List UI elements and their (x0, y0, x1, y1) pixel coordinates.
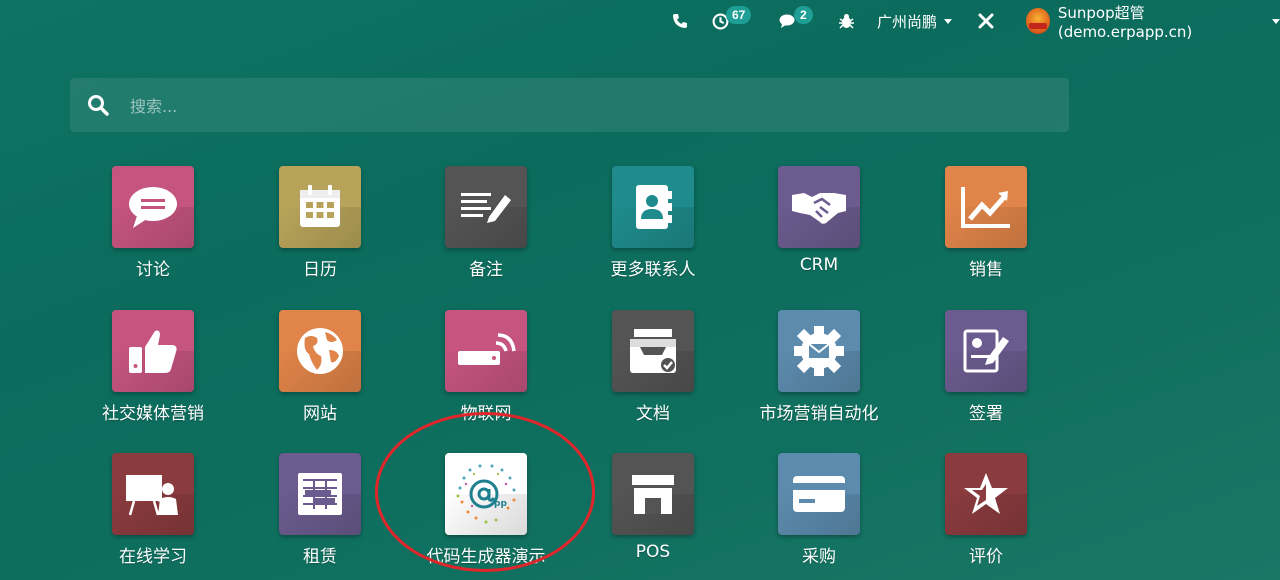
app-tile: pp (445, 453, 527, 535)
activity-count-badge: 67 (726, 6, 752, 24)
app-rental[interactable]: 租赁 (240, 453, 400, 567)
app-calendar[interactable]: 日历 (240, 166, 400, 280)
search-icon (88, 95, 109, 116)
app-logo-icon: pp (456, 464, 516, 524)
app-label: POS (635, 542, 671, 562)
app-tile (112, 310, 194, 392)
activity-button[interactable]: 67 (712, 6, 752, 32)
app-label: 日历 (303, 260, 337, 280)
app-notes[interactable]: 备注 (406, 166, 566, 280)
app-label: 更多联系人 (610, 260, 696, 280)
app-tile (112, 453, 194, 535)
app-label: 网站 (303, 404, 337, 424)
app-sign[interactable]: 签署 (906, 310, 1066, 424)
app-tile (945, 453, 1027, 535)
app-label: CRM (799, 255, 839, 275)
app-website[interactable]: 网站 (240, 310, 400, 424)
app-label: 在线学习 (119, 547, 187, 567)
app-tile (945, 310, 1027, 392)
company-switcher[interactable]: 广州尚鹏 (877, 10, 953, 32)
app-tile (778, 166, 860, 248)
chevron-down-icon (1272, 18, 1280, 24)
app-label: 评价 (969, 547, 1003, 567)
app-tile (612, 310, 694, 392)
presentation-icon (126, 475, 178, 516)
note-icon (461, 193, 511, 223)
app-discuss[interactable]: 讨论 (73, 166, 233, 280)
app-marketing-automation[interactable]: 市场营销自动化 (739, 310, 899, 424)
app-tile (279, 310, 361, 392)
app-purchase[interactable]: 采购 (739, 453, 899, 567)
tools-icon (978, 13, 994, 29)
app-label: 文档 (636, 404, 670, 424)
company-name: 广州尚鹏 (877, 12, 938, 31)
sign-document-icon (963, 329, 1009, 373)
globe-icon (297, 328, 343, 374)
star-icon (964, 473, 1008, 514)
app-social-marketing[interactable]: 社交媒体营销 (73, 310, 233, 424)
thumbs-up-icon (129, 330, 177, 373)
bug-icon (839, 14, 854, 29)
calendar-icon (300, 185, 340, 227)
app-elearning[interactable]: 在线学习 (73, 453, 233, 567)
app-contacts[interactable]: 更多联系人 (573, 166, 733, 280)
store-icon (632, 475, 674, 514)
app-tile (279, 453, 361, 535)
app-label: 签署 (969, 404, 1003, 424)
app-documents[interactable]: 文档 (573, 310, 733, 424)
app-tile (945, 166, 1027, 248)
user-menu[interactable]: Sunpop超管 (demo.erpapp.cn) (1026, 4, 1280, 41)
app-crm[interactable]: CRM (739, 166, 899, 275)
app-iot[interactable]: 物联网 (406, 310, 566, 424)
contacts-book-icon (636, 185, 672, 229)
sales-chart-icon (961, 187, 1010, 228)
debug-button[interactable] (839, 10, 854, 32)
app-label: 采购 (802, 547, 836, 567)
user-name: Sunpop超管 (demo.erpapp.cn) (1057, 3, 1193, 41)
app-tile (778, 310, 860, 392)
search-input[interactable] (128, 88, 1032, 124)
app-label: 备注 (469, 260, 503, 280)
tools-button[interactable] (978, 10, 994, 32)
app-label: 销售 (969, 260, 1003, 280)
svg-text:pp: pp (494, 499, 507, 509)
app-rating[interactable]: 评价 (906, 453, 1066, 567)
iot-device-icon (458, 333, 516, 365)
chat-icon (129, 187, 177, 228)
app-tile (112, 166, 194, 248)
app-pos[interactable]: POS (573, 453, 733, 562)
app-sales[interactable]: 销售 (906, 166, 1066, 280)
app-label: 市场营销自动化 (759, 404, 879, 424)
app-label: 社交媒体营销 (102, 404, 204, 424)
app-tile (445, 166, 527, 248)
messages-button[interactable]: 2 (779, 6, 813, 32)
app-tile (778, 453, 860, 535)
avatar (1026, 8, 1050, 34)
top-navbar: 67 2 广州尚鹏 Sunpop超管 (demo.erpapp.cn) (0, 0, 1280, 41)
rental-grid-icon (298, 473, 342, 515)
credit-card-icon (793, 476, 845, 512)
search-bar (70, 78, 1069, 132)
app-label: 租赁 (303, 547, 337, 567)
app-tile (445, 310, 527, 392)
app-label: 讨论 (136, 260, 170, 280)
inbox-tray-icon (630, 329, 676, 373)
messages-count-badge: 2 (794, 6, 813, 24)
app-tile (279, 166, 361, 248)
phone-button[interactable] (672, 10, 688, 32)
chevron-down-icon (944, 18, 953, 24)
app-tile (612, 166, 694, 248)
handshake-icon (792, 193, 846, 224)
app-tile (612, 453, 694, 535)
gear-envelope-icon (794, 326, 844, 376)
phone-icon (673, 14, 687, 28)
